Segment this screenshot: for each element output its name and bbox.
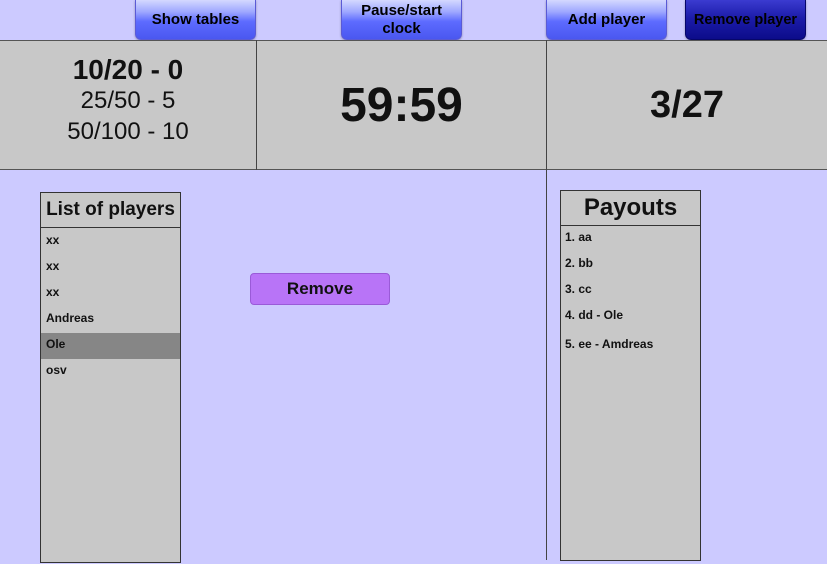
player-item[interactable]: xx — [41, 255, 180, 281]
players-count: 3/27 — [650, 83, 724, 126]
remove-player-label: Remove player — [693, 11, 798, 28]
show-tables-button[interactable]: Show tables — [135, 0, 256, 40]
remove-player-button[interactable]: Remove player — [685, 0, 806, 40]
payouts-title: Payouts — [561, 191, 700, 226]
payout-item: 1. aa — [565, 230, 592, 244]
player-item[interactable]: xx — [41, 229, 180, 255]
payout-item: 2. bb — [565, 256, 594, 270]
payout-item: 5. ee - Amdreas — [565, 337, 654, 351]
pause-start-clock-button[interactable]: Pause/start clock — [341, 0, 462, 40]
divider-right — [546, 40, 547, 560]
show-tables-label: Show tables — [151, 10, 240, 28]
payout-item: 4. dd - Ole — [565, 308, 624, 322]
player-item[interactable]: Andreas — [41, 307, 180, 333]
info-panel: 10/20 - 0 25/50 - 5 50/100 - 10 59:59 3/… — [0, 40, 827, 170]
payout-item: 3. cc — [565, 282, 592, 296]
current-blind-level: 10/20 - 0 — [72, 54, 184, 85]
pause-start-clock-label: Pause/start clock — [361, 1, 442, 37]
player-item[interactable]: xx — [41, 281, 180, 307]
payouts-list: 1. aa 2. bb 3. cc 4. dd - Ole 5. ee - Am… — [561, 226, 700, 356]
players-list: xx xx xx Andreas Ole osv — [41, 228, 180, 385]
players-list-box: List of players xx xx xx Andreas Ole osv — [40, 192, 181, 563]
divider-left — [256, 40, 257, 170]
payouts-box: Payouts 1. aa 2. bb 3. cc 4. dd - Ole 5.… — [560, 190, 701, 561]
next-blind-level: 25/50 - 5 — [80, 87, 176, 114]
add-player-button[interactable]: Add player — [546, 0, 667, 40]
clock-display: 59:59 — [340, 78, 463, 132]
player-item[interactable]: osv — [41, 359, 180, 385]
blinds-display: 10/20 - 0 25/50 - 5 50/100 - 10 — [0, 54, 256, 147]
players-list-title: List of players — [41, 193, 180, 228]
following-blind-level: 50/100 - 10 — [67, 118, 189, 145]
player-item-selected[interactable]: Ole — [41, 333, 180, 359]
add-player-label: Add player — [567, 10, 646, 28]
remove-button[interactable]: Remove — [250, 273, 390, 305]
